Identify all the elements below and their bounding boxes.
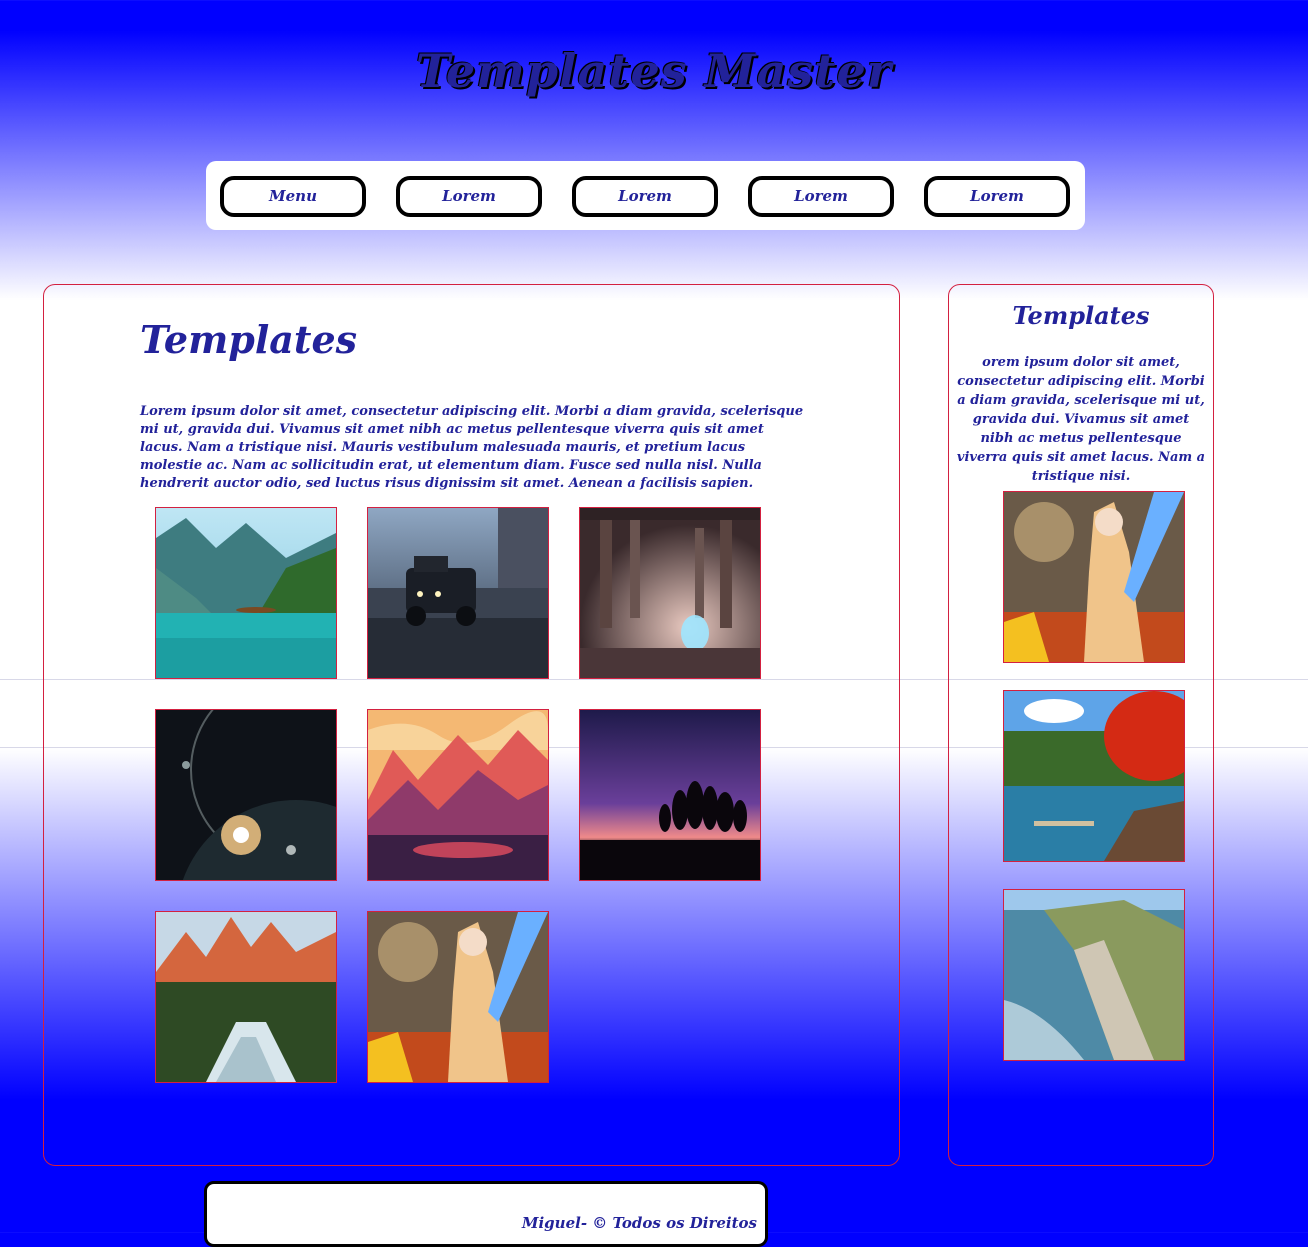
site-title: Templates Master (415, 44, 893, 98)
sidebar-heading: Templates (1012, 301, 1150, 330)
footer-copyright: Miguel- © Todos os Direitos (521, 1214, 757, 1232)
nav-button-lorem-1[interactable]: Lorem (396, 176, 542, 217)
gallery-image-warrior[interactable] (367, 911, 549, 1083)
main-heading: Templates (140, 317, 358, 362)
nav-button-lorem-3[interactable]: Lorem (748, 176, 894, 217)
gallery-image-planet[interactable] (155, 709, 337, 881)
footer: Miguel- © Todos os Direitos (204, 1181, 768, 1247)
nav-button-lorem-2[interactable]: Lorem (572, 176, 718, 217)
gallery-image-purple-mountains[interactable] (367, 709, 549, 881)
main-paragraph: Lorem ipsum dolor sit amet, consectetur … (140, 404, 804, 491)
main-content-panel: Templates Lorem ipsum dolor sit amet, co… (43, 284, 900, 1166)
sidebar-panel: Templates orem ipsum dolor sit amet, con… (948, 284, 1214, 1166)
nav-bar: Menu Lorem Lorem Lorem Lorem (206, 161, 1085, 230)
nav-button-menu[interactable]: Menu (220, 176, 366, 217)
gallery-image-temple[interactable] (579, 507, 761, 679)
sidebar-paragraph: orem ipsum dolor sit amet, consectetur a… (956, 355, 1206, 484)
gallery-image-mountain-river[interactable] (155, 911, 337, 1083)
gallery-image-truck[interactable] (367, 507, 549, 679)
nav-button-lorem-4[interactable]: Lorem (924, 176, 1070, 217)
gallery-image-lake[interactable] (155, 507, 337, 679)
sidebar-image-coastal-cliffs[interactable] (1003, 889, 1185, 1061)
sidebar-image-autumn-lake[interactable] (1003, 690, 1185, 862)
gallery-image-sunset[interactable] (579, 709, 761, 881)
sidebar-image-warrior[interactable] (1003, 491, 1185, 663)
